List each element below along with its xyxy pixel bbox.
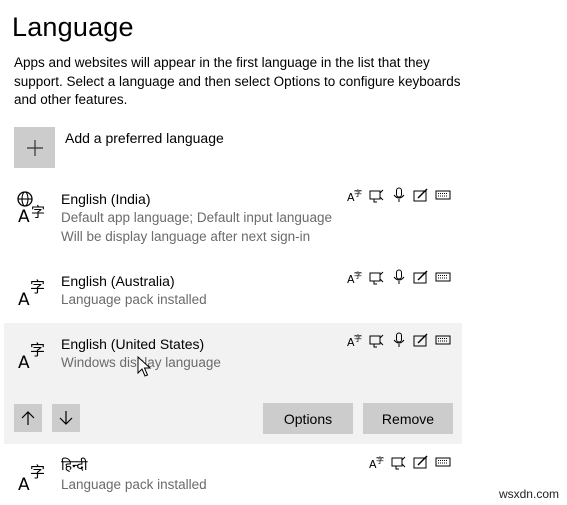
mouse-cursor-icon	[137, 356, 151, 377]
text-to-speech-icon	[369, 332, 385, 348]
arrow-down-icon	[59, 411, 73, 425]
language-pack-icon: A字	[369, 454, 385, 470]
move-down-button[interactable]	[52, 404, 80, 432]
arrow-up-icon	[21, 411, 35, 425]
plus-icon	[26, 139, 43, 156]
svg-text:字: 字	[376, 455, 384, 465]
handwriting-icon	[413, 332, 429, 348]
language-features: A字	[347, 187, 451, 203]
language-icon: A 字	[18, 278, 45, 308]
text-to-speech-icon	[391, 454, 407, 470]
text-to-speech-icon	[369, 269, 385, 285]
svg-text:字: 字	[30, 463, 45, 481]
add-language-label[interactable]: Add a preferred language	[65, 130, 224, 146]
language-pack-icon: A字	[347, 269, 363, 285]
language-item-hindi[interactable]: A 字 हिन्दी Language pack installed A字	[0, 451, 462, 499]
page-title: Language	[12, 12, 134, 42]
language-name: English (India)	[61, 191, 151, 207]
svg-text:字: 字	[354, 270, 362, 280]
options-button[interactable]: Options	[263, 403, 353, 434]
svg-text:字: 字	[31, 205, 45, 221]
svg-text:A: A	[18, 290, 30, 308]
language-item-english-united-states[interactable]: A 字 English (United States) Windows disp…	[4, 323, 462, 444]
svg-text:A: A	[18, 475, 30, 493]
microphone-icon	[391, 187, 407, 203]
add-language-button[interactable]	[14, 127, 55, 168]
globe-language-icon: A 字	[17, 191, 45, 225]
language-item-english-india[interactable]: A 字 English (India) Default app language…	[0, 184, 462, 250]
text-to-speech-icon	[369, 187, 385, 203]
microphone-icon	[391, 269, 407, 285]
microphone-icon	[391, 332, 407, 348]
svg-text:字: 字	[30, 341, 45, 359]
remove-button[interactable]: Remove	[363, 403, 453, 434]
svg-text:字: 字	[354, 188, 362, 198]
language-name: हिन्दी	[61, 457, 88, 473]
svg-text:A: A	[18, 353, 30, 371]
svg-text:字: 字	[30, 278, 45, 296]
language-pack-icon: A字	[347, 332, 363, 348]
keyboard-icon	[435, 187, 451, 203]
watermark: wsxdn.com	[498, 487, 559, 501]
language-detail: Will be display language after next sign…	[61, 229, 311, 244]
language-icon: A 字	[18, 463, 45, 493]
language-detail: Language pack installed	[61, 477, 207, 492]
page-description: Apps and websites will appear in the fir…	[14, 55, 461, 107]
keyboard-icon	[435, 332, 451, 348]
language-features: A字	[347, 269, 451, 285]
handwriting-icon	[413, 454, 429, 470]
handwriting-icon	[413, 187, 429, 203]
language-features: A字	[369, 454, 451, 470]
svg-text:A: A	[18, 207, 30, 225]
language-name: English (Australia)	[61, 273, 175, 289]
keyboard-icon	[435, 454, 451, 470]
language-pack-icon: A字	[347, 187, 363, 203]
language-detail: Language pack installed	[61, 292, 207, 307]
language-name: English (United States)	[61, 336, 205, 352]
language-icon: A 字	[18, 341, 45, 371]
language-detail: Default app language; Default input lang…	[61, 210, 332, 225]
move-up-button[interactable]	[14, 404, 42, 432]
language-features: A字	[347, 332, 451, 348]
svg-text:字: 字	[354, 333, 362, 343]
language-item-english-australia[interactable]: A 字 English (Australia) Language pack in…	[0, 266, 462, 314]
keyboard-icon	[435, 269, 451, 285]
handwriting-icon	[413, 269, 429, 285]
